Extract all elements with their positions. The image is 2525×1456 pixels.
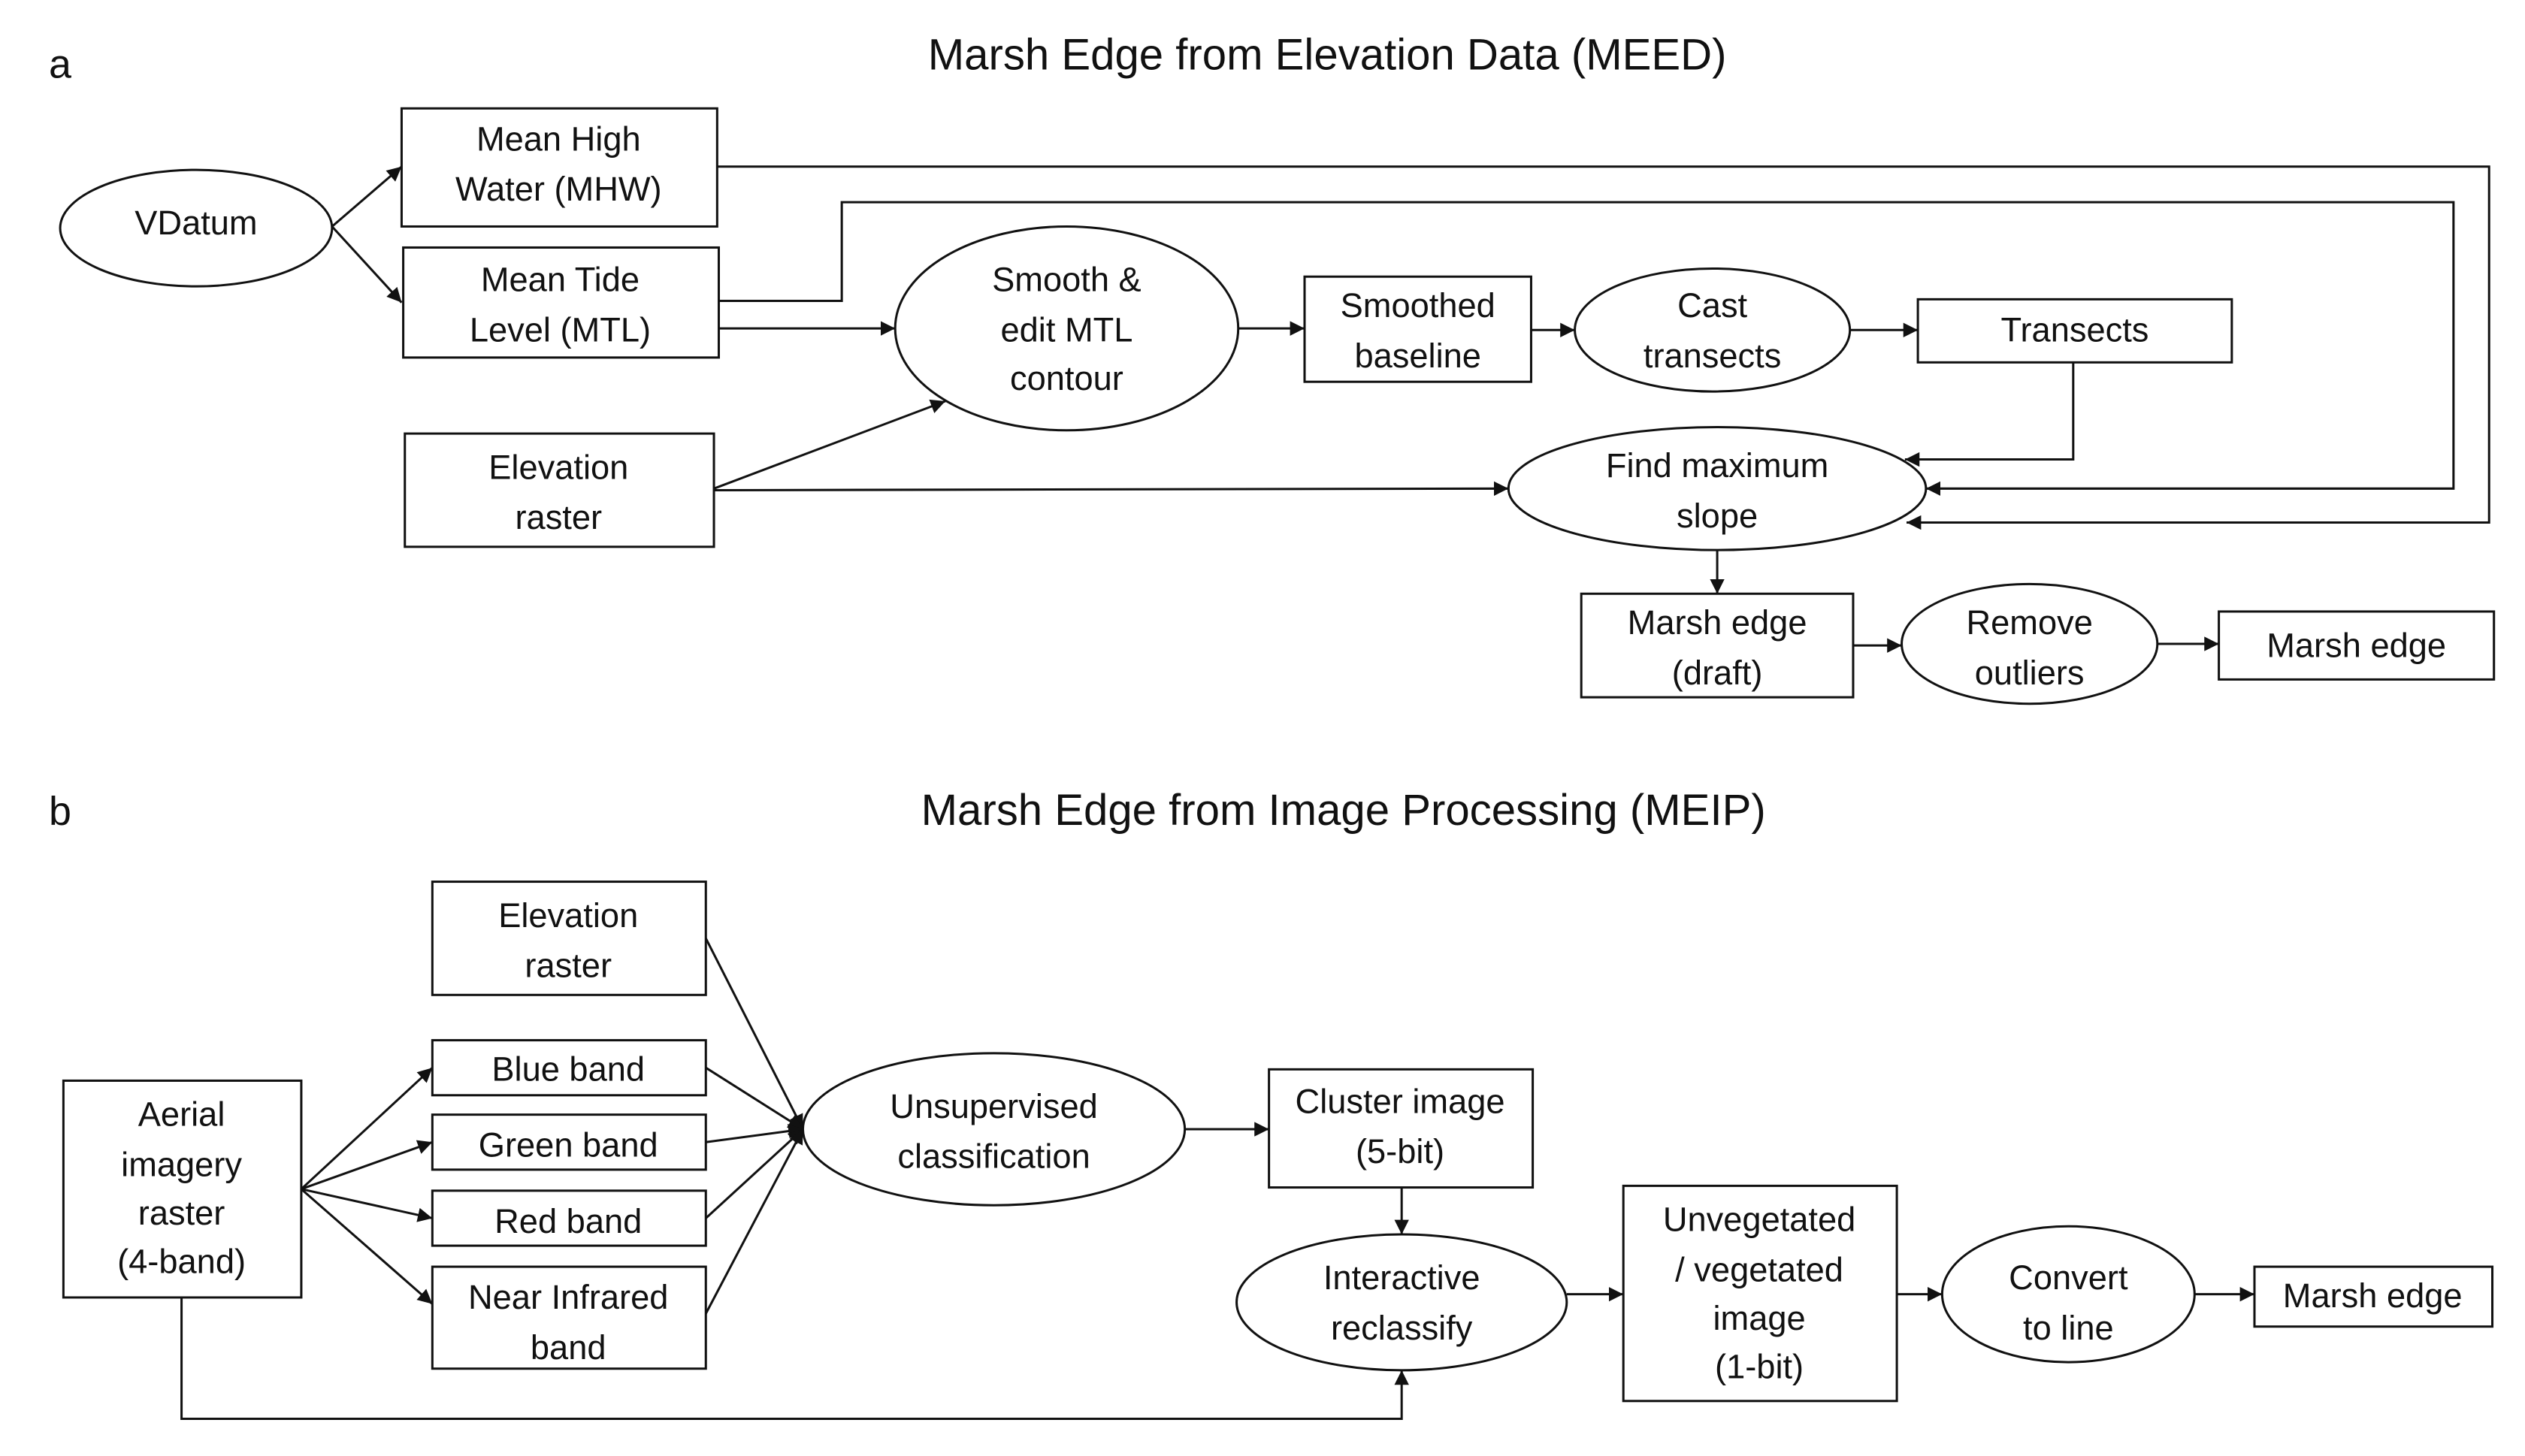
- node-elevation-raster-b: Elevation raster: [431, 881, 707, 996]
- node-blue-band: Blue band: [431, 1039, 707, 1097]
- svg-text:Blue band: Blue band: [491, 1050, 645, 1088]
- edge-aerial-red: [301, 1188, 433, 1222]
- node-cluster-image: Cluster image (5-bit): [1268, 1068, 1535, 1189]
- edge-aerial-reclass: [180, 1297, 1409, 1420]
- node-red-band: Red band: [431, 1189, 707, 1247]
- svg-text:Marsh edge: Marsh edge: [2266, 626, 2446, 664]
- panel-b: b Marsh Edge from Image Processing (MEIP…: [49, 786, 2494, 1420]
- panel-a: a Marsh Edge from Elevation Data (MEED) …: [49, 31, 2496, 705]
- node-marsh-edge-b: Marsh edge: [2253, 1265, 2494, 1328]
- svg-text:Red band: Red band: [494, 1202, 642, 1240]
- edge-vdatum-mtl: [331, 225, 403, 304]
- node-aerial-imagery: Aerial imagery raster (4-band): [62, 1079, 303, 1299]
- node-green-band: Green band: [431, 1113, 707, 1171]
- node-cast-transects: Cast transects: [1574, 267, 1852, 393]
- edge-red-unsup: [705, 1128, 804, 1219]
- node-smoothed-baseline: Smoothed baseline: [1303, 275, 1532, 383]
- panel-label-a: a: [49, 41, 71, 86]
- edges-a: [331, 165, 2490, 653]
- edge-aerial-nir: [300, 1188, 434, 1305]
- node-smooth-edit: Smooth & edit MTL contour: [894, 225, 1240, 432]
- edge-elevation-unsup: [704, 938, 804, 1130]
- node-mtl: Mean Tide Level (MTL): [402, 246, 720, 359]
- node-unvegetated-vegetated: Unvegetated / vegetated image (1-bit): [1622, 1184, 1898, 1403]
- svg-text:Transects: Transects: [2001, 310, 2149, 349]
- panel-a-title: Marsh Edge from Elevation Data (MEED): [928, 31, 1727, 80]
- node-marsh-edge-draft: Marsh edge (draft): [1580, 592, 1855, 699]
- svg-text:VDatum: VDatum: [135, 204, 257, 242]
- edge-vdatum-mhw: [331, 165, 403, 228]
- node-mhw: Mean High Water (MHW): [400, 107, 718, 228]
- node-nir-band: Near Infrared band: [431, 1265, 707, 1370]
- node-marsh-edge-a: Marsh edge: [2218, 610, 2496, 681]
- node-vdatum: VDatum: [59, 168, 334, 288]
- edge-aerial-blue: [300, 1067, 434, 1190]
- node-unsupervised-classification: Unsupervised classification: [801, 1052, 1187, 1207]
- svg-text:Green band: Green band: [479, 1126, 658, 1164]
- node-remove-outliers: Remove outliers: [1901, 582, 2159, 705]
- panel-b-title: Marsh Edge from Image Processing (MEIP): [921, 786, 1766, 835]
- edge-elevation-smooth: [713, 399, 946, 490]
- svg-text:Marsh edge: Marsh edge: [2283, 1276, 2463, 1315]
- edge-transects-maxslope: [1904, 362, 2075, 467]
- panel-label-b: b: [49, 789, 71, 834]
- edge-aerial-green: [301, 1140, 433, 1191]
- edge-green-unsup: [706, 1123, 803, 1143]
- node-transects: Transects: [1916, 298, 2233, 364]
- node-interactive-reclassify: Interactive reclassify: [1235, 1233, 1568, 1372]
- flowchart: a Marsh Edge from Elevation Data (MEED) …: [49, 31, 2496, 1420]
- node-find-max-slope: Find maximum slope: [1507, 425, 1928, 551]
- edge-elevation-maxslope: [714, 481, 1509, 497]
- node-elevation-raster-a: Elevation raster: [404, 432, 715, 548]
- svg-text:Smooth &edit MTLcontour: Smooth & edit MTL contour: [992, 261, 1142, 397]
- edge-nir-unsup: [704, 1128, 804, 1315]
- node-convert-to-line: Convert to line: [1940, 1225, 2196, 1364]
